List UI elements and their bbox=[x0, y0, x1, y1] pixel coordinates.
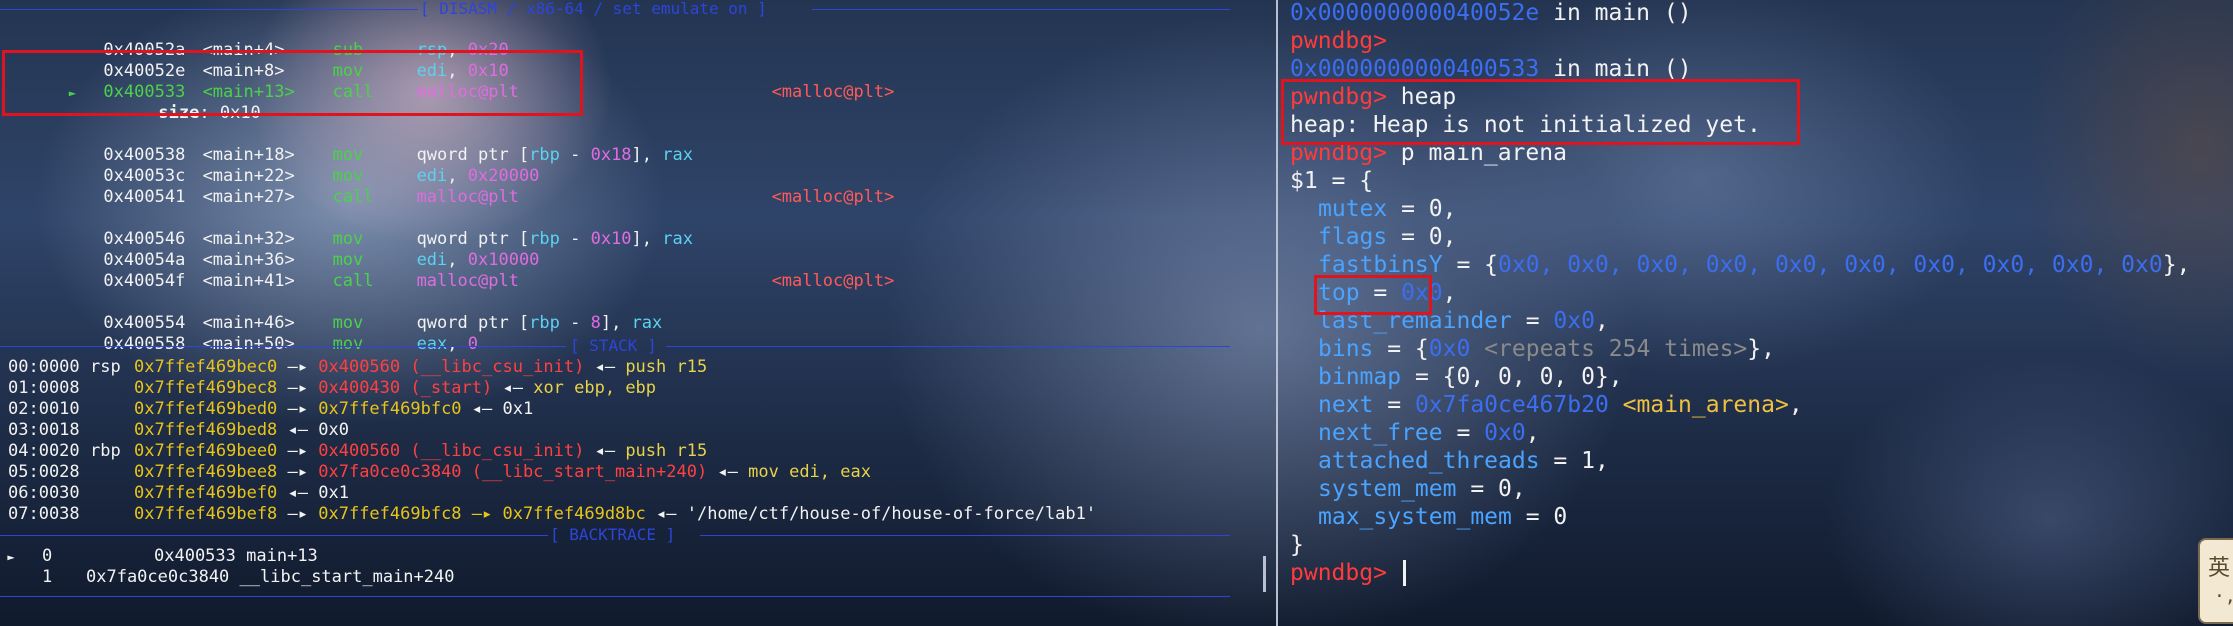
console-line: fastbinsY = {0x0, 0x0, 0x0, 0x0, 0x0, 0x… bbox=[1318, 252, 2191, 278]
separator-line bbox=[666, 346, 1230, 347]
disasm-line: 0x400541 <main+27> call malloc@plt <malloc@… bbox=[103, 187, 895, 207]
separator-line bbox=[0, 596, 1230, 597]
disasm-line: 0x40054a <main+36> mov edi, 0x10000 bbox=[103, 250, 540, 270]
console-line: binmap = {0, 0, 0, 0}, bbox=[1318, 364, 1623, 390]
stack-row: 05:0028 0x7ffef469bee8 —▸ 0x7fa0ce0c3840 … bbox=[8, 462, 871, 482]
stack-row: 07:0038 0x7ffef469bef8 —▸ 0x7ffef469bfc8 … bbox=[8, 504, 1097, 524]
backtrace-frame[interactable]: ► 0 0x400533 main+13 bbox=[0, 546, 317, 567]
pwndbg-console-pane: 0x000000000040052e in main () pwndbg> 0x… bbox=[1278, 0, 2233, 626]
pane-scrollbar[interactable] bbox=[1263, 556, 1266, 592]
stack-row: 06:0030 0x7ffef469bef0 ◂— 0x1 bbox=[8, 483, 349, 503]
ime-language-label: 英 bbox=[2208, 556, 2231, 581]
console-line: system_mem = 0, bbox=[1318, 476, 1526, 502]
console-line: attached_threads = 1, bbox=[1318, 448, 1609, 474]
separator-line bbox=[0, 535, 548, 536]
console-line: 0x000000000040052e in main () bbox=[1290, 0, 1692, 26]
pwndbg-context-pane: [ DISASM / x86-64 / set emulate on ] 0x4… bbox=[0, 0, 1276, 626]
highlight-box bbox=[1314, 275, 1432, 315]
console-line: max_system_mem = 0 bbox=[1318, 504, 1568, 530]
console-line: flags = 0, bbox=[1318, 224, 1457, 250]
disasm-line: 0x400558 <main+50> mov eax, 0 bbox=[103, 334, 479, 354]
disasm-line: 0x400538 <main+18> mov qword ptr [rbp - 0x… bbox=[103, 145, 693, 165]
separator-line bbox=[700, 535, 1230, 536]
text-cursor bbox=[1403, 560, 1406, 586]
highlight-box bbox=[1281, 79, 1800, 145]
stack-row: 02:0010 0x7ffef469bed0 —▸ 0x7ffef469bfc0 … bbox=[8, 399, 534, 419]
disasm-line: 0x400546 <main+32> mov qword ptr [rbp - 0x… bbox=[103, 229, 693, 249]
disasm-line: 0x40053c <main+22> mov edi, 0x20000 bbox=[103, 166, 540, 186]
stack-header: [ STACK ] bbox=[570, 336, 657, 355]
backtrace-frame[interactable]: 1 0x7fa0ce0c3840 __libc_start_main+240 bbox=[0, 567, 454, 588]
disasm-line: 0x40052a <main+4> sub rsp, 0x20 bbox=[103, 40, 509, 60]
console-line: next_free = 0x0, bbox=[1318, 420, 1540, 446]
ime-indicator[interactable]: 英 ·, bbox=[2198, 538, 2233, 624]
console-line: } bbox=[1290, 532, 1304, 558]
console-line: pwndbg> bbox=[1290, 28, 1387, 54]
separator-line bbox=[812, 9, 1230, 10]
highlight-box bbox=[2, 50, 583, 116]
disasm-header: [ DISASM / x86-64 / set emulate on ] bbox=[420, 0, 767, 18]
console-line: bins = {0x0 <repeats 254 times>}, bbox=[1318, 336, 1775, 362]
console-line: $1 = { bbox=[1290, 168, 1374, 194]
stack-row: 03:0018 0x7ffef469bed8 ◂— 0x0 bbox=[8, 420, 349, 440]
stack-row: 04:0020 rbp 0x7ffef469bee0 —▸ 0x400560 (__… bbox=[8, 441, 708, 461]
console-line: next = 0x7fa0ce467b20 <main_arena>, bbox=[1318, 392, 1803, 418]
backtrace-header: [ BACKTRACE ] bbox=[550, 525, 676, 544]
stack-row: 01:0008 0x7ffef469bec8 —▸ 0x400430 (_star… bbox=[8, 378, 657, 398]
disasm-line: 0x400554 <main+46> mov qword ptr [rbp - 8]… bbox=[103, 313, 663, 333]
separator-line bbox=[0, 9, 418, 10]
ime-punctuation-label: ·, bbox=[2214, 586, 2233, 607]
console-line: mutex = 0, bbox=[1318, 196, 1457, 222]
command-prompt-line[interactable]: pwndbg> bbox=[1290, 560, 1401, 588]
separator-line bbox=[0, 346, 566, 347]
disasm-line: 0x40054f <main+41> call malloc@plt <malloc@… bbox=[103, 271, 895, 291]
stack-row: 00:0000 rsp 0x7ffef469bec0 —▸ 0x400560 (__… bbox=[8, 357, 708, 377]
